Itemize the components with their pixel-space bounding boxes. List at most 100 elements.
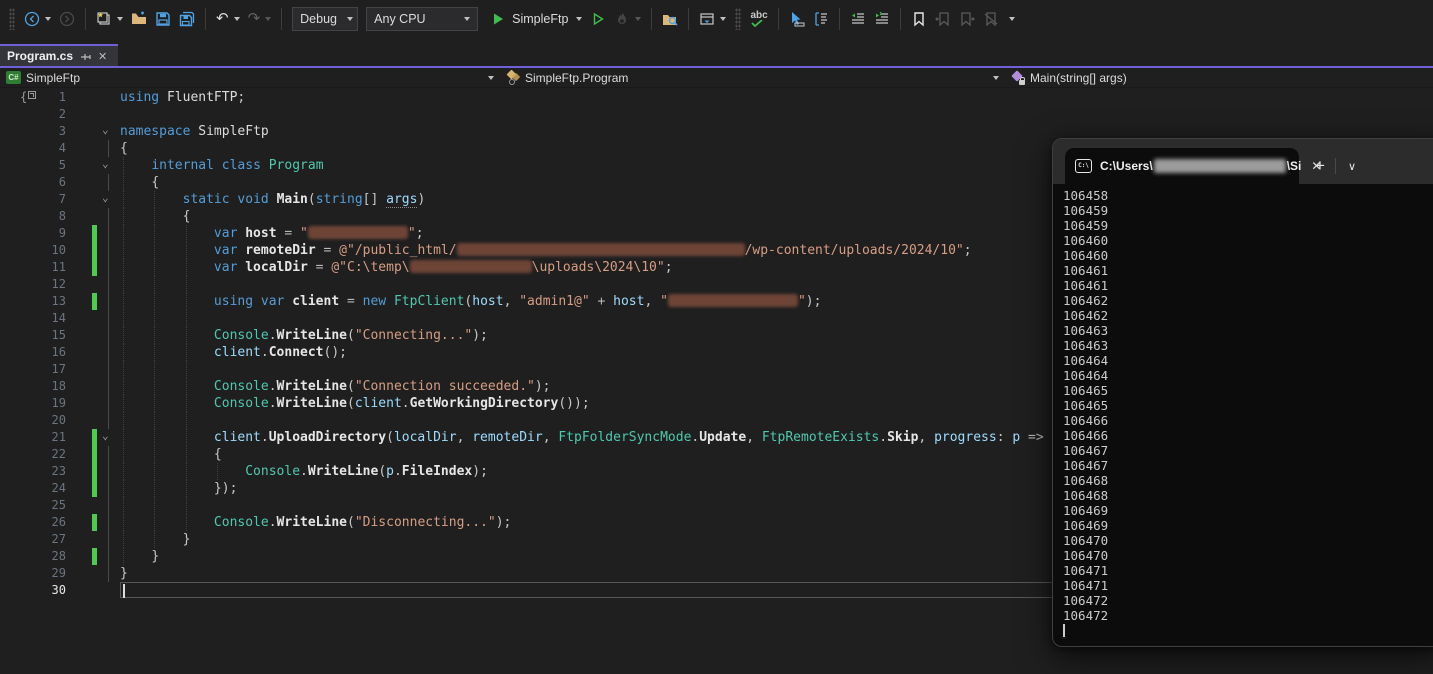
toolbar-grip[interactable] (735, 8, 741, 30)
solution-platform-combo[interactable]: Any CPU (366, 7, 478, 31)
terminal-output-line: 106461 (1063, 263, 1433, 278)
change-margin (72, 361, 98, 378)
next-bookmark-button[interactable] (955, 8, 979, 30)
select-pointer-button[interactable] (785, 8, 809, 30)
member-dropdown[interactable]: Main(string[] args) (1005, 68, 1433, 87)
indent-guide (154, 191, 155, 208)
hot-reload-dropdown[interactable] (635, 17, 641, 21)
indent-guide (186, 293, 187, 310)
code-text[interactable]: using FluentFTP; (120, 89, 1433, 106)
new-project-dropdown[interactable] (117, 17, 123, 21)
platform-dropdown-arrow (464, 17, 470, 21)
change-margin (72, 514, 98, 531)
toolbar-grip[interactable] (9, 8, 15, 30)
change-margin (72, 157, 98, 174)
terminal-output-line: 106463 (1063, 338, 1433, 353)
terminal-output-line: 106458 (1063, 188, 1433, 203)
terminal-output-line: 106461 (1063, 278, 1433, 293)
outlining-margin (98, 208, 120, 225)
sync-document-dropdown[interactable] (720, 17, 726, 21)
outlining-margin (98, 276, 120, 293)
start-without-debugging-button[interactable] (586, 8, 610, 30)
code-text[interactable] (120, 106, 1433, 123)
collapse-chevron-icon[interactable]: ⌄ (102, 189, 109, 206)
close-tab-icon[interactable]: ✕ (98, 50, 107, 63)
outlining-margin (98, 497, 120, 514)
change-margin (72, 412, 98, 429)
navigate-back-button[interactable] (20, 8, 55, 30)
collapse-chevron-icon[interactable]: ⌄ (102, 121, 109, 138)
change-margin (72, 242, 98, 259)
increase-indent-button[interactable] (870, 8, 894, 30)
change-bar (92, 514, 97, 531)
sync-with-active-document-button[interactable] (695, 8, 730, 30)
navigate-back-dropdown[interactable] (45, 17, 51, 21)
line-number: 25 (0, 497, 72, 514)
indent-guide (186, 327, 187, 344)
indent-guide (154, 242, 155, 259)
change-bar (92, 480, 97, 497)
line-number: 9 (0, 225, 72, 242)
project-name: SimpleFtp (26, 71, 80, 85)
outlining-margin (98, 361, 120, 378)
indent-guide (154, 344, 155, 361)
terminal-window[interactable]: C:\ C:\Users\ \Si ✕ + ∨ 1064581064591064… (1052, 138, 1433, 647)
tab-title: Program.cs (7, 49, 73, 63)
show-position-button[interactable] (809, 8, 833, 30)
terminal-dropdown-button[interactable]: ∨ (1340, 160, 1364, 173)
terminal-titlebar[interactable]: C:\ C:\Users\ \Si ✕ + ∨ (1053, 139, 1433, 184)
undo-dropdown[interactable] (234, 17, 240, 21)
indent-guide (123, 310, 124, 327)
new-terminal-tab-button[interactable]: + (1309, 156, 1331, 176)
solution-configuration-combo[interactable]: Debug (292, 7, 358, 31)
collapse-chevron-icon[interactable]: ⌄ (102, 427, 109, 444)
redo-button[interactable]: ↷ (244, 8, 276, 30)
line-number: 30 (0, 582, 72, 599)
start-debug-dropdown[interactable] (576, 17, 582, 21)
outlining-margin (98, 531, 120, 548)
outlining-margin: ⌄ (98, 157, 120, 174)
new-project-button[interactable] (92, 8, 127, 30)
find-in-files-button[interactable] (658, 8, 682, 30)
tab-program-cs[interactable]: Program.cs ✕ (0, 44, 118, 66)
spell-check-button[interactable]: abc (746, 8, 771, 30)
outlining-margin (98, 327, 120, 344)
code-line[interactable]: 1using FluentFTP; (0, 89, 1433, 106)
outlining-margin (98, 395, 120, 412)
terminal-output-line: 106469 (1063, 518, 1433, 533)
indent-guide (123, 157, 124, 174)
change-margin (72, 208, 98, 225)
previous-bookmark-button[interactable] (931, 8, 955, 30)
line-number: 26 (0, 514, 72, 531)
pin-icon[interactable] (80, 51, 91, 62)
toolbar-separator (85, 8, 86, 30)
undo-button[interactable]: ↶ (212, 8, 244, 30)
change-margin (72, 531, 98, 548)
bookmark-icon (911, 11, 927, 27)
start-debugging-button[interactable]: SimpleFtp (486, 8, 586, 30)
toolbar-separator (839, 8, 840, 30)
save-button[interactable] (151, 8, 175, 30)
clear-bookmarks-button[interactable] (979, 8, 1003, 30)
open-folder-button[interactable] (127, 8, 151, 30)
toolbar-separator (651, 8, 652, 30)
terminal-output[interactable]: 1064581064591064591064601064601064611064… (1053, 184, 1433, 638)
collapse-chevron-icon[interactable]: ⌄ (102, 155, 109, 172)
redo-dropdown[interactable] (265, 17, 271, 21)
save-all-button[interactable] (175, 8, 199, 30)
document-tab-bar: Program.cs ✕ (0, 38, 1433, 68)
toolbar-overflow-button[interactable] (1003, 14, 1019, 24)
csharp-project-icon: C# (6, 71, 21, 84)
toggle-bookmark-button[interactable] (907, 8, 931, 30)
navigate-forward-button[interactable] (55, 8, 79, 30)
project-dropdown[interactable]: C# SimpleFtp (0, 68, 500, 87)
decrease-indent-button[interactable] (846, 8, 870, 30)
hot-reload-button[interactable] (610, 8, 645, 30)
type-dropdown[interactable]: SimpleFtp.Program (500, 68, 1005, 87)
change-margin (72, 191, 98, 208)
terminal-tab[interactable]: C:\ C:\Users\ \Si ✕ (1065, 148, 1299, 184)
method-icon (1011, 71, 1025, 85)
code-line[interactable]: 2 (0, 106, 1433, 123)
indent-guide (154, 531, 155, 548)
position-lines-icon (813, 11, 829, 27)
